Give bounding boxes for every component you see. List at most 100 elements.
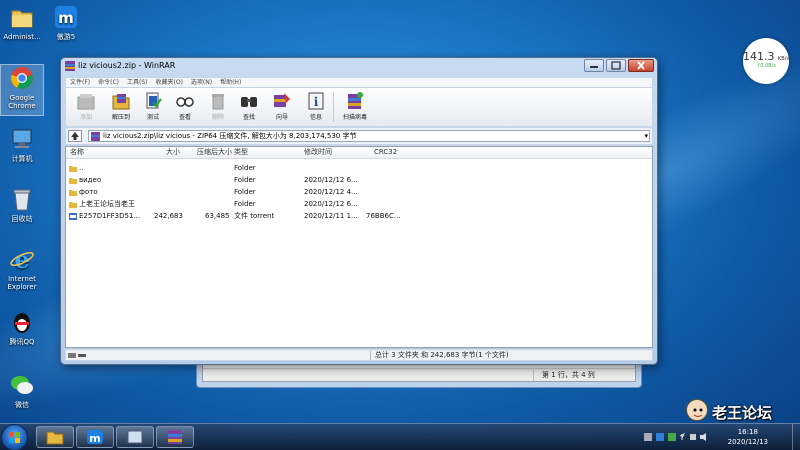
taskbar-clock[interactable]: 16:18 2020/12/13 xyxy=(728,427,768,447)
desktop-icon-administrator[interactable]: Administ... xyxy=(0,4,44,41)
menu-help[interactable]: 帮助(H) xyxy=(216,78,245,87)
svg-text:m: m xyxy=(58,9,74,27)
table-row[interactable]: 上老王论坛当老王 Folder 2020/12/12 6... xyxy=(66,199,652,211)
taskbar-window[interactable] xyxy=(116,426,154,448)
column-packed[interactable]: 压缩后大小 xyxy=(197,148,232,157)
clock-date: 2020/12/13 xyxy=(727,438,768,446)
path-text: liz vicious2.zip\liz vicious - ZIP64 压缩文… xyxy=(103,132,357,140)
folder-icon xyxy=(69,189,77,196)
window-title: liz vicious2.zip - WinRAR xyxy=(78,61,176,70)
background-window-statusbar: 第 1 行，共 4 列 xyxy=(203,368,635,381)
svg-text:e: e xyxy=(14,246,29,272)
network-speed-widget[interactable]: 141.3 KB/s ↑0.0B/s xyxy=(743,38,789,84)
tray-icons xyxy=(644,432,708,444)
chrome-icon xyxy=(9,65,35,91)
maximize-button[interactable] xyxy=(606,59,626,72)
find-icon xyxy=(239,91,259,111)
start-button[interactable] xyxy=(1,424,28,450)
toolbar-virus-scan-button[interactable]: 扫描病毒 xyxy=(338,90,372,124)
column-name[interactable]: 名称 xyxy=(70,148,84,157)
show-desktop-button[interactable] xyxy=(792,424,800,450)
close-icon xyxy=(637,61,645,70)
table-row[interactable]: .. Folder xyxy=(66,163,652,175)
desktop-icon-maxthon[interactable]: m 傲游5 xyxy=(44,4,88,41)
up-arrow-icon xyxy=(71,132,79,140)
tray-wechat-icon xyxy=(668,433,676,441)
svg-text:m: m xyxy=(89,432,100,445)
add-icon xyxy=(76,91,96,111)
status-text: 总计 3 文件夹 和 242,683 字节(1 个文件) xyxy=(370,351,509,360)
internet-explorer-icon: e xyxy=(9,245,35,274)
extract-icon xyxy=(111,91,131,111)
taskbar-maxthon[interactable]: m xyxy=(76,426,114,448)
desktop-icon-wechat[interactable]: 微信 xyxy=(0,372,44,409)
archive-icon xyxy=(91,132,100,141)
file-explorer-icon xyxy=(46,429,64,445)
network-speed-unit: KB/s xyxy=(778,56,789,62)
winrar-app-icon xyxy=(65,61,75,71)
menu-options[interactable]: 选项(N) xyxy=(187,78,216,87)
toolbar-test-button[interactable]: 测试 xyxy=(138,90,168,124)
maxthon-icon: m xyxy=(53,4,79,30)
table-row[interactable]: E257D1FF3D51... 242,683 63,485 文件 torren… xyxy=(66,211,652,223)
info-icon: i xyxy=(306,91,326,111)
desktop-icon-computer[interactable]: 计算机 xyxy=(0,126,44,163)
svg-text:i: i xyxy=(314,95,319,109)
toolbar-wizard-button[interactable]: 向导 xyxy=(267,90,297,124)
winrar-window[interactable]: liz vicious2.zip - WinRAR 文件(F) 命令(C) 工具… xyxy=(60,57,658,365)
close-button[interactable] xyxy=(628,59,654,72)
menu-file[interactable]: 文件(F) xyxy=(66,78,94,87)
clock-time: 16:18 xyxy=(737,428,758,436)
desktop-icon-google-chrome[interactable]: Google Chrome xyxy=(0,64,44,116)
desktop-icon-internet-explorer[interactable]: e Internet Explorer xyxy=(0,245,44,291)
chevron-down-icon[interactable]: ▾ xyxy=(644,131,648,141)
taskbar-winrar[interactable] xyxy=(156,426,194,448)
toolbar-find-button[interactable]: 查找 xyxy=(234,90,264,124)
column-modified[interactable]: 修改时间 xyxy=(304,148,332,157)
taskbar-file-explorer[interactable] xyxy=(36,426,74,448)
winrar-titlebar[interactable]: liz vicious2.zip - WinRAR xyxy=(61,58,657,75)
toolbar-view-button[interactable]: 查看 xyxy=(170,90,200,124)
menu-tools[interactable]: 工具(S) xyxy=(123,78,152,87)
minimize-button[interactable] xyxy=(584,59,604,72)
qq-penguin-icon xyxy=(9,309,35,335)
tray-keyboard-icon xyxy=(644,433,652,441)
drive-key-icon xyxy=(68,352,86,359)
folder-icon xyxy=(69,201,77,208)
toolbar-add-button[interactable]: 添加 xyxy=(71,90,101,124)
forum-watermark: 老王论坛 xyxy=(686,399,796,423)
winrar-icon xyxy=(166,429,184,445)
file-list[interactable]: 名称 大小 压缩后大小 类型 修改时间 CRC32 .. Folder виде… xyxy=(65,146,653,348)
table-row[interactable]: видео Folder 2020/12/12 6... xyxy=(66,175,652,187)
toolbar-info-button[interactable]: i 信息 xyxy=(301,90,331,124)
tray-network-icon xyxy=(690,434,696,440)
path-field[interactable]: liz vicious2.zip\liz vicious - ZIP64 压缩文… xyxy=(88,130,650,142)
desktop-icon-recycle-bin[interactable]: 回收站 xyxy=(0,186,44,223)
up-folder-button[interactable] xyxy=(68,130,82,142)
delete-icon xyxy=(208,91,228,111)
windows-logo-icon xyxy=(9,432,20,443)
user-folder-icon xyxy=(9,4,35,30)
address-bar: liz vicious2.zip\liz vicious - ZIP64 压缩文… xyxy=(65,127,653,145)
desktop-icon-qq[interactable]: 腾讯QQ xyxy=(0,309,44,346)
recycle-bin-icon xyxy=(9,186,35,212)
column-crc32[interactable]: CRC32 xyxy=(374,148,397,157)
toolbar-delete-button[interactable]: 删除 xyxy=(203,90,233,124)
toolbar: 添加 解压到 测试 查看 删除 查找 向导 i 信息 扫描病毒 xyxy=(65,88,653,126)
column-type[interactable]: 类型 xyxy=(234,148,248,157)
tray-volume-icon xyxy=(700,433,706,441)
table-row[interactable]: фото Folder 2020/12/12 4... xyxy=(66,187,652,199)
background-window-status-text: 第 1 行，共 4 列 xyxy=(533,370,595,381)
toolbar-extract-to-button[interactable]: 解压到 xyxy=(106,90,136,124)
taskbar: m 16:18 2020/12/13 xyxy=(0,423,800,450)
maxthon-icon: m xyxy=(86,429,104,445)
window-icon xyxy=(126,429,144,445)
toolbar-separator xyxy=(333,92,334,122)
menu-commands[interactable]: 命令(C) xyxy=(94,78,123,87)
menu-favorites[interactable]: 收藏夹(O) xyxy=(152,78,187,87)
file-list-header: 名称 大小 压缩后大小 类型 修改时间 CRC32 xyxy=(66,147,652,159)
test-icon xyxy=(143,91,163,111)
tray-bluetooth-icon xyxy=(679,432,686,440)
folder-icon xyxy=(69,165,77,172)
column-size[interactable]: 大小 xyxy=(166,148,180,157)
